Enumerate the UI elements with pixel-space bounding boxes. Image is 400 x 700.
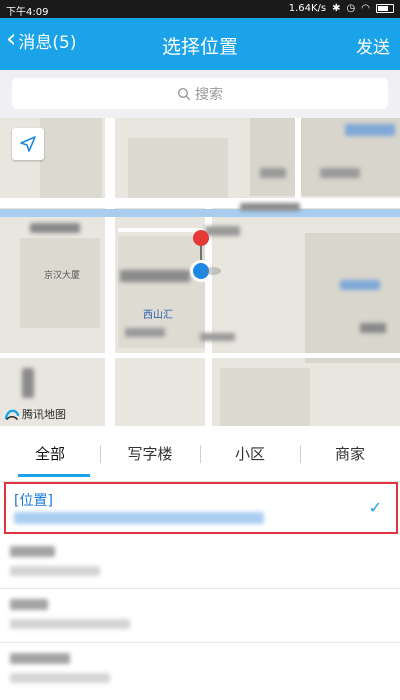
map-label-blur xyxy=(125,328,165,337)
search-bar: 搜索 xyxy=(0,70,400,118)
map-label-blur xyxy=(240,203,300,211)
map-road xyxy=(105,118,115,426)
list-item-selected[interactable]: [位置] ✓ xyxy=(4,482,398,534)
map-road xyxy=(0,198,400,208)
location-address-blurred xyxy=(14,512,264,524)
alarm-icon: ◷ xyxy=(346,3,356,14)
wifi-icon: ◠ xyxy=(361,3,370,14)
status-bar: 下午4:09 1.64K/s ✱ ◷ ◠ xyxy=(0,0,400,18)
map-block xyxy=(220,368,310,426)
map-river xyxy=(0,209,400,217)
search-input[interactable]: 搜索 xyxy=(12,78,388,109)
battery-icon xyxy=(376,4,394,13)
map-label-blur xyxy=(260,168,286,178)
location-list: [位置] ✓ xyxy=(0,482,400,700)
location-name-blurred xyxy=(10,599,48,610)
map-label-blur xyxy=(360,323,386,333)
search-icon xyxy=(177,87,191,100)
app-bar: ‹ 消息(5) 选择位置 发送 xyxy=(0,18,400,70)
location-name-blurred xyxy=(10,546,55,557)
checkmark-icon: ✓ xyxy=(368,498,382,517)
status-indicators: 1.64K/s ✱ ◷ ◠ xyxy=(289,3,394,14)
list-item[interactable] xyxy=(0,589,400,643)
map-block xyxy=(20,238,100,328)
location-address-blurred xyxy=(10,566,100,576)
map-block xyxy=(128,138,228,198)
map-logo-text: 腾讯地图 xyxy=(22,408,66,421)
location-address-blurred xyxy=(10,673,110,683)
map-label-blur xyxy=(340,280,380,290)
list-item[interactable] xyxy=(0,643,400,700)
map-block xyxy=(40,118,102,198)
tab-office[interactable]: 写字楼 xyxy=(100,426,200,482)
map-pin-icon xyxy=(190,230,221,282)
map-view[interactable]: 京汉大厦 西山汇 腾讯地图 xyxy=(0,118,400,426)
tab-residential[interactable]: 小区 xyxy=(200,426,300,482)
map-label-blur xyxy=(345,124,395,136)
map-label-blur xyxy=(120,270,190,282)
page-title: 选择位置 xyxy=(161,36,238,58)
network-speed: 1.64K/s xyxy=(288,3,327,14)
map-poi-label: 西山汇 xyxy=(143,310,173,321)
map-block xyxy=(305,233,400,363)
location-address-blurred xyxy=(10,619,130,629)
bluetooth-icon: ✱ xyxy=(332,3,341,14)
map-label-blur xyxy=(200,333,235,341)
status-time: 下午4:09 xyxy=(6,7,49,18)
tencent-map-logo-icon xyxy=(4,409,20,420)
tab-business[interactable]: 商家 xyxy=(300,426,400,482)
map-label-blur xyxy=(30,223,80,233)
map-building-label: 京汉大厦 xyxy=(44,271,81,281)
tab-active-indicator xyxy=(18,474,90,477)
list-item[interactable] xyxy=(0,536,400,589)
location-name-blurred xyxy=(10,653,70,664)
map-road xyxy=(0,353,400,358)
send-button[interactable]: 发送 xyxy=(356,33,390,58)
map-road xyxy=(295,118,301,208)
locate-button[interactable] xyxy=(12,128,44,160)
map-logo: 腾讯地图 xyxy=(4,406,66,422)
map-label-blur xyxy=(22,368,34,398)
search-placeholder: 搜索 xyxy=(195,86,223,103)
navigation-arrow-icon xyxy=(20,136,36,152)
category-tabs: 全部 写字楼 小区 商家 xyxy=(0,426,400,482)
location-name: [位置] xyxy=(14,493,53,509)
map-label-blur xyxy=(320,168,360,178)
